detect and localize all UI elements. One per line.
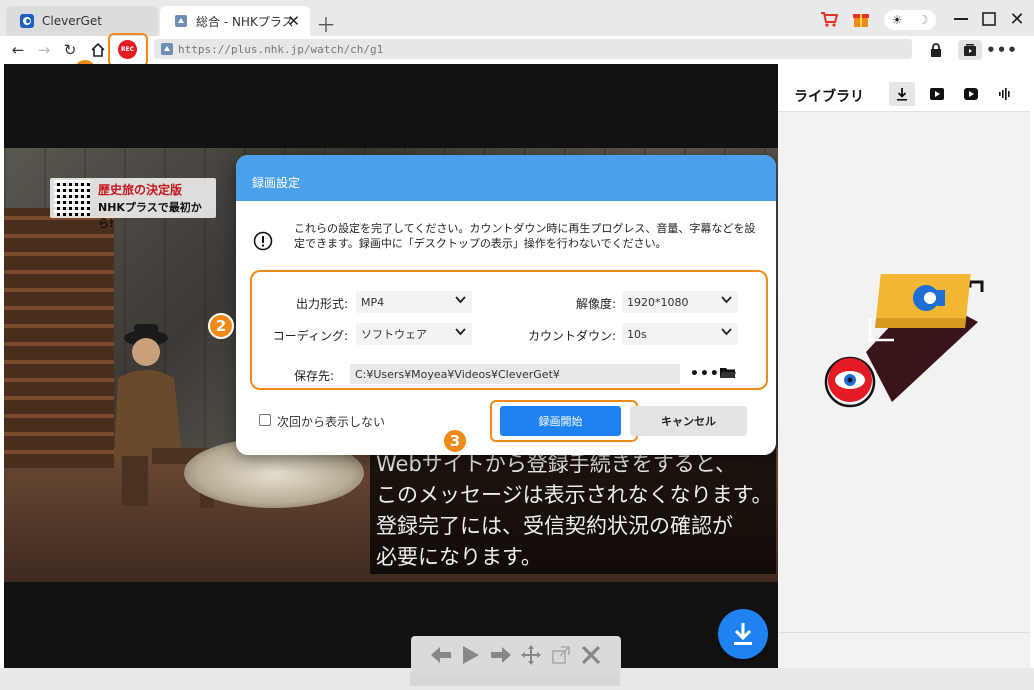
library-title: ライブラリ <box>794 89 864 105</box>
chevron-down-icon <box>721 328 732 336</box>
live-icon[interactable] <box>958 82 984 106</box>
step-badge-3: 3 <box>442 428 468 454</box>
library-divider <box>778 632 1030 633</box>
format-select[interactable]: MP4 <box>356 291 472 313</box>
resolution-label: 解像度: <box>575 297 616 311</box>
arrow-right-icon[interactable] <box>488 642 514 668</box>
format-label: 出力形式: <box>295 297 348 311</box>
countdown-value: 10s <box>627 327 647 341</box>
sun-icon: ☀ <box>891 13 903 27</box>
move-icon[interactable] <box>518 642 544 668</box>
resolution-value: 1920*1080 <box>627 295 689 309</box>
program-banner: 歴史旅の決定版 NHKプラスで最初から! <box>50 178 216 230</box>
reload-icon[interactable]: ↻ <box>60 40 80 60</box>
tab-label: 総合 - NHKプラス <box>196 14 294 29</box>
format-value: MP4 <box>361 295 385 309</box>
popout-icon[interactable] <box>548 642 574 668</box>
rec-button[interactable]: REC <box>118 40 137 59</box>
gift-icon[interactable] <box>850 8 872 30</box>
encoding-label: コーディング: <box>272 329 348 343</box>
browse-more-button[interactable]: ••• <box>690 366 720 382</box>
cart-icon[interactable] <box>818 8 840 30</box>
more-menu-icon[interactable]: ••• <box>986 40 1017 60</box>
horizontal-scrollbar[interactable] <box>410 672 620 686</box>
step-badge-2: 2 <box>208 313 234 339</box>
dont-show-checkbox[interactable] <box>259 414 271 426</box>
dialog-message: これらの設定を完了してください。カウントダウン時に再生プログレス、音量、字幕など… <box>294 222 756 250</box>
subtitle-line-3: 登録完了には、受信契約状況の確認が <box>376 514 733 538</box>
countdown-select[interactable]: 10s <box>622 323 738 345</box>
arrow-left-icon[interactable] <box>428 642 454 668</box>
minimize-button[interactable] <box>948 6 974 32</box>
chevron-down-icon <box>455 296 466 304</box>
dialog-title: 録画設定 <box>252 176 301 190</box>
download-fab-button[interactable] <box>718 609 768 659</box>
dialog-header <box>236 155 776 201</box>
video-icon[interactable] <box>924 82 950 106</box>
tab-label: CleverGet <box>42 14 102 28</box>
back-arrow-icon[interactable]: ← <box>8 40 28 60</box>
encoding-select[interactable]: ソフトウェア <box>356 323 472 345</box>
info-icon <box>253 231 273 251</box>
tab-cleverget[interactable]: CleverGet <box>6 6 158 36</box>
forward-arrow-icon[interactable]: → <box>34 40 54 60</box>
recording-settings-dialog: 録画設定 これらの設定を完了してください。カウントダウン時に再生プログレス、音量… <box>236 155 776 455</box>
qr-code-pattern <box>54 180 90 216</box>
theme-toggle[interactable]: ☀ ☽ <box>884 10 936 30</box>
save-path-field[interactable]: C:¥Users¥Moyea¥Videos¥CleverGet¥ <box>350 364 680 384</box>
countdown-label: カウントダウン: <box>527 329 616 343</box>
subtitle-line-2: このメッセージは表示されなくなります。 <box>376 483 773 507</box>
floating-toolbar <box>411 636 621 674</box>
download-arrow-icon <box>734 623 752 645</box>
nhk-favicon-icon <box>174 14 188 28</box>
download-icon[interactable] <box>889 82 915 106</box>
close-tab-icon[interactable]: ✕ <box>287 12 300 30</box>
encoding-value: ソフトウェア <box>361 328 427 341</box>
audio-icon[interactable] <box>992 82 1018 106</box>
save-path-label: 保存先: <box>293 369 334 383</box>
subtitle-line-4: 必要になります。 <box>376 545 542 569</box>
cancel-button[interactable]: キャンセル <box>630 406 747 436</box>
tab-nhk-plus[interactable]: 総合 - NHKプラス ✕ <box>160 6 310 36</box>
new-tab-icon[interactable]: ＋ <box>316 9 336 38</box>
banner-title: 歴史旅の決定版 <box>98 183 183 197</box>
video-bookcase <box>4 208 114 468</box>
chevron-down-icon <box>721 296 732 304</box>
folder-icon[interactable] <box>720 366 736 379</box>
close-toolbar-icon[interactable] <box>578 642 604 668</box>
lock-icon[interactable] <box>926 40 946 60</box>
chevron-down-icon <box>455 328 466 336</box>
home-icon[interactable] <box>88 40 108 60</box>
banner-subtitle: NHKプラスで最初から! <box>98 201 202 230</box>
media-icon[interactable] <box>958 40 982 60</box>
dont-show-label: 次回から表示しない <box>277 415 386 429</box>
resolution-select[interactable]: 1920*1080 <box>622 291 738 313</box>
site-favicon-icon <box>160 42 174 56</box>
close-window-button[interactable]: ✕ <box>1004 6 1030 32</box>
maximize-button[interactable] <box>976 6 1002 32</box>
moon-icon: ☽ <box>917 13 929 27</box>
start-recording-button[interactable]: 録画開始 <box>500 406 621 436</box>
url-field[interactable]: https://plus.nhk.jp/watch/ch/g1 <box>154 39 912 59</box>
cleverget-logo-icon <box>20 14 34 28</box>
record-illustration-icon <box>812 262 988 422</box>
play-icon[interactable] <box>458 642 484 668</box>
